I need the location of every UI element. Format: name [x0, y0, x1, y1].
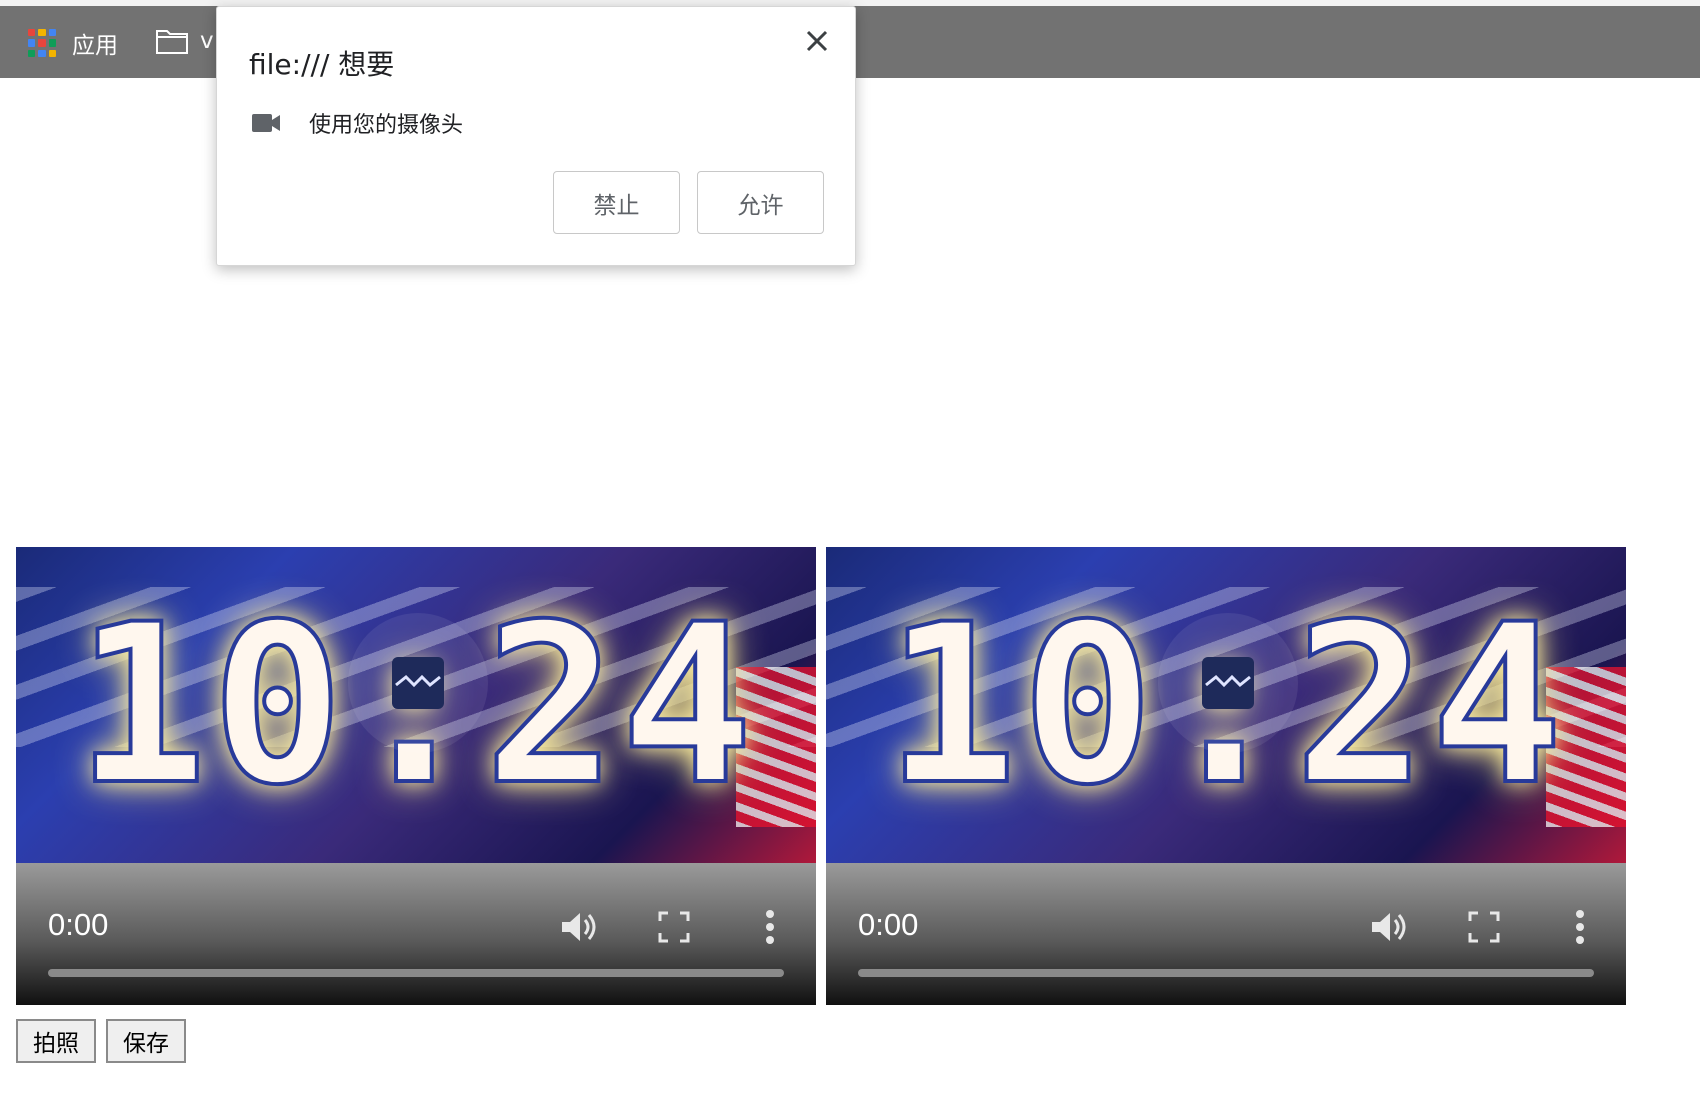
more-vert-icon[interactable]: [1558, 905, 1602, 949]
close-icon[interactable]: [797, 21, 837, 61]
current-time: 0:00: [48, 907, 109, 942]
bookmark-folder[interactable]: v: [156, 28, 214, 54]
camera-permission-dialog: file:/// 想要 使用您的摄像头 禁止 允许: [216, 6, 856, 266]
save-button[interactable]: 保存: [106, 1019, 186, 1063]
video-controls: 0:00: [16, 863, 816, 1005]
video-frame: 10:24: [16, 547, 816, 863]
bookmark-apps[interactable]: 应用: [28, 26, 118, 60]
browser-page: 应用 v 10:24 0:00: [0, 0, 1700, 1106]
capture-button[interactable]: 拍照: [16, 1019, 96, 1063]
video-controls: 0:00: [826, 863, 1626, 1005]
volume-icon[interactable]: [1366, 905, 1410, 949]
volume-icon[interactable]: [556, 905, 600, 949]
video-frame: 10:24: [826, 547, 1626, 863]
more-vert-icon[interactable]: [748, 905, 792, 949]
permission-text: 使用您的摄像头: [309, 113, 464, 138]
current-time: 0:00: [858, 907, 919, 942]
video-player-photo[interactable]: 10:24 0:00: [826, 547, 1626, 1005]
permission-row: 使用您的摄像头: [251, 107, 463, 139]
camera-icon: [252, 114, 280, 132]
folder-icon: [156, 30, 188, 54]
progress-bar[interactable]: [858, 969, 1594, 977]
broken-image-icon: [1158, 613, 1298, 753]
broken-image-icon: [348, 613, 488, 753]
fullscreen-icon[interactable]: [1462, 905, 1506, 949]
bookmark-folder-label: v: [200, 28, 214, 54]
allow-button[interactable]: 允许: [697, 171, 824, 234]
progress-bar[interactable]: [48, 969, 784, 977]
block-button[interactable]: 禁止: [553, 171, 680, 234]
video-player-live[interactable]: 10:24 0:00: [16, 547, 816, 1005]
dialog-title: file:/// 想要: [249, 48, 395, 81]
apps-grid-icon: [28, 29, 56, 57]
bookmark-apps-label: 应用: [72, 33, 118, 59]
fullscreen-icon[interactable]: [652, 905, 696, 949]
